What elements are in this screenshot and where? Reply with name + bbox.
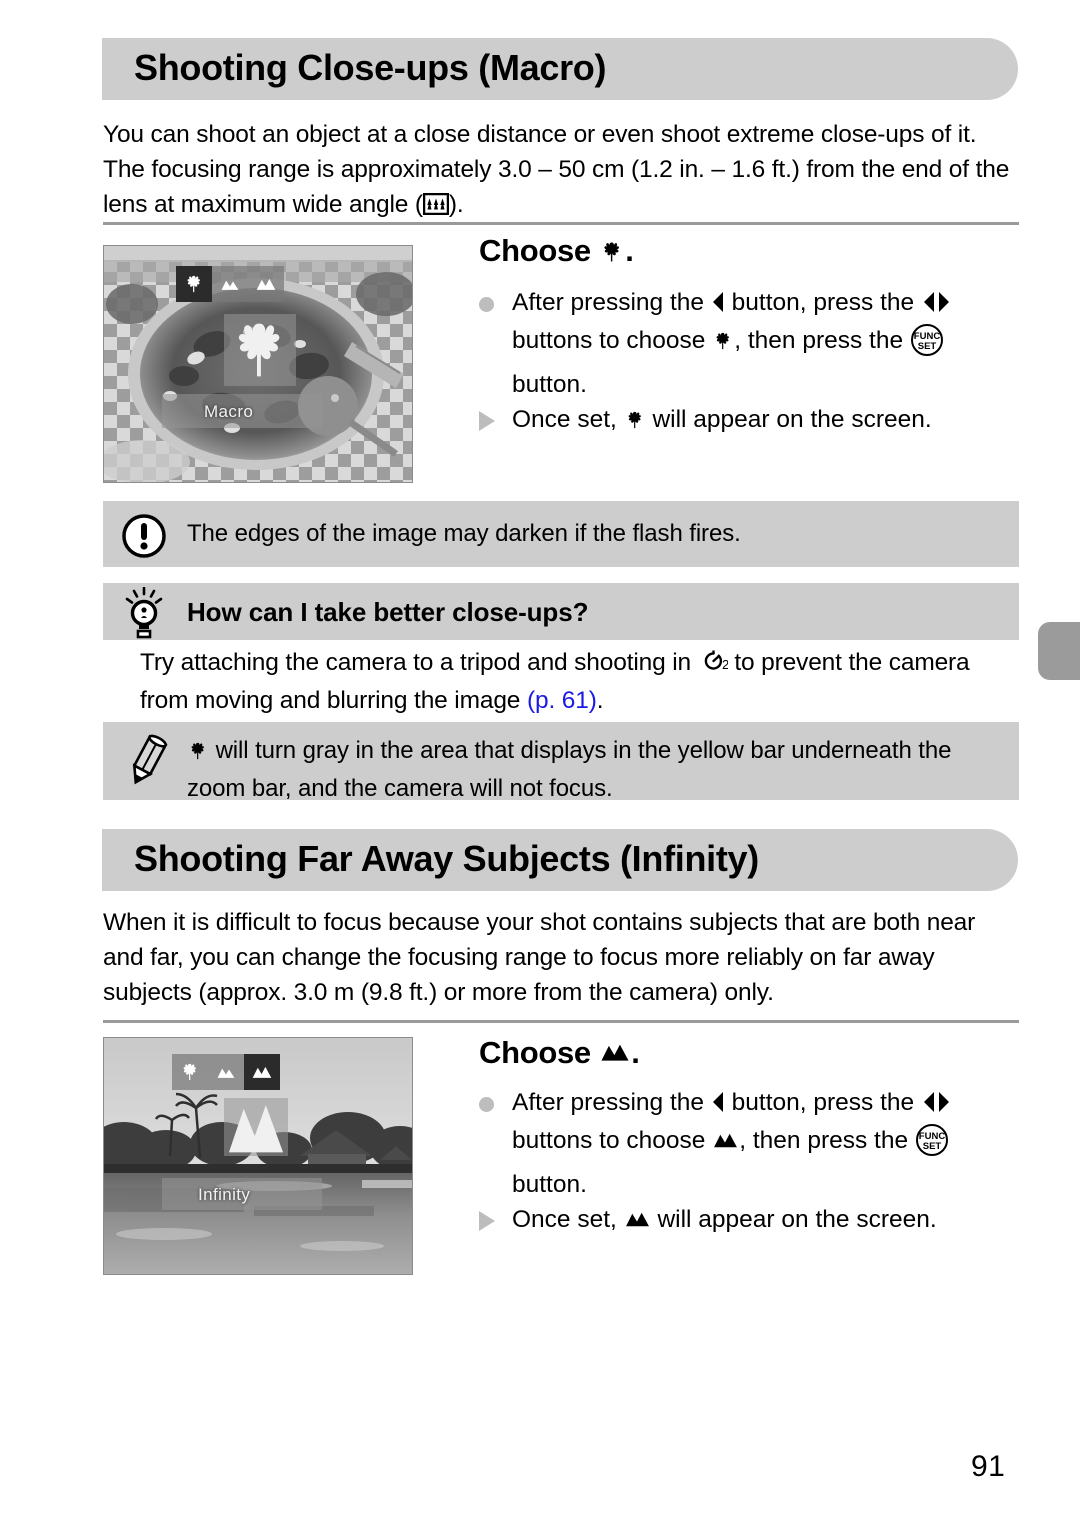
step-item: After pressing the button, press the but… [479,1085,1019,1202]
step-item: After pressing the button, press the but… [479,285,1019,402]
lightbulb-icon [121,586,167,644]
strip-cell-macro[interactable] [172,1054,208,1090]
section-title: Shooting Close-ups (Macro) [134,47,607,89]
macro-icon [187,738,209,772]
strip-cell-infinity[interactable] [244,1054,280,1090]
step-text: Once set, will appear on the screen. [512,1206,937,1233]
tip-body-after: . [596,687,604,714]
manual-page: Shooting Close-ups (Macro) You can shoot… [0,0,1080,1521]
macro-icon [599,237,625,273]
choose-trailing: . [625,233,634,268]
tip-body-before: Try attaching the camera to a tripod and… [140,649,698,676]
choose-heading-macro: Choose . [479,233,634,273]
step-text: After pressing the button, press the but… [512,1089,952,1198]
choose-heading-infinity: Choose . [479,1035,640,1071]
bullet-dot-icon [479,1097,494,1112]
intro-paragraph-macro: You can shoot an object at a close dista… [103,117,1019,225]
macro-icon [183,1063,196,1081]
infinity-icon [256,278,276,290]
steps-infinity: After pressing the button, press the but… [479,1085,1019,1238]
divider-infinity [103,1020,1019,1023]
macro-icon-large [238,323,280,377]
choose-label: Choose [479,1035,591,1070]
infinity-icon-large [228,1105,284,1153]
step-item: Once set, will appear on the screen. [479,402,1019,441]
intro-text-tail: ). [448,191,464,218]
infinity-center-badge [224,1098,288,1156]
step-text: After pressing the button, press the but… [512,289,952,398]
step-item: Once set, will appear on the screen. [479,1202,1019,1238]
steps-macro: After pressing the button, press the but… [479,285,1019,441]
tip-body: Try attaching the camera to a tripod and… [140,645,1020,718]
strip-cell-normal[interactable] [212,266,248,302]
macro-icon [712,327,734,362]
mode-label-macro: Macro [204,402,254,421]
left-arrow-icon [711,1088,725,1123]
intro-text: You can shoot an object at a close dista… [103,121,1010,218]
note-text-body: will turn gray in the area that displays… [187,737,952,802]
page-number: 91 [971,1450,1006,1483]
macro-icon [187,275,200,293]
macro-icon [624,406,646,441]
bullet-dot-icon [479,297,494,312]
bullet-triangle-icon [479,1211,495,1231]
chapter-edge-tab [1038,622,1080,680]
left-right-arrows-icon [921,1088,952,1123]
mode-label-infinity: Infinity [198,1185,251,1204]
wide-angle-icon [422,190,450,225]
tip-box: How can I take better close-ups? [103,583,1019,640]
section-title: Shooting Far Away Subjects (Infinity) [134,838,759,880]
section-heading-macro: Shooting Close-ups (Macro) [102,38,1018,100]
infinity-icon [599,1035,631,1071]
macro-center-badge [224,314,296,386]
svg-text:SET: SET [923,1141,942,1152]
pencil-icon [125,734,169,793]
infinity-icon [712,1124,739,1159]
self-timer-2sec-icon: 2 [698,648,729,683]
normal-focus-icon [217,1068,235,1078]
normal-focus-icon [221,280,239,290]
left-arrow-icon [711,288,725,323]
strip-cell-macro[interactable] [176,266,212,302]
exclamation-circle-icon [121,513,167,564]
infinity-sample-photo: Infinity [103,1037,413,1275]
infinity-icon [252,1066,272,1078]
divider-macro [103,222,1019,225]
warning-box: The edges of the image may darken if the… [103,501,1019,567]
strip-cell-normal[interactable] [208,1054,244,1090]
warning-text: The edges of the image may darken if the… [187,520,741,547]
strip-cell-infinity[interactable] [248,266,284,302]
focus-mode-strip [172,1054,280,1090]
intro-paragraph-infinity: When it is difficult to focus because yo… [103,909,976,1006]
svg-text:SET: SET [918,341,937,352]
note-text: will turn gray in the area that displays… [187,734,1005,806]
func-set-icon: FUNC SET [910,323,944,367]
left-right-arrows-icon [921,288,952,323]
focus-mode-strip [176,266,284,302]
func-set-icon: FUNC SET [915,1123,949,1167]
note-box: will turn gray in the area that displays… [103,722,1019,802]
step-text: Once set, will appear on the screen. [512,406,932,433]
choose-trailing: . [631,1035,640,1070]
page-reference-link[interactable]: (p. 61) [527,687,597,714]
choose-label: Choose [479,233,591,268]
bullet-triangle-icon [479,411,495,431]
tip-title: How can I take better close-ups? [187,597,589,627]
macro-sample-photo: Macro [103,245,413,483]
section-heading-infinity: Shooting Far Away Subjects (Infinity) [102,829,1018,891]
infinity-icon [624,1203,651,1238]
